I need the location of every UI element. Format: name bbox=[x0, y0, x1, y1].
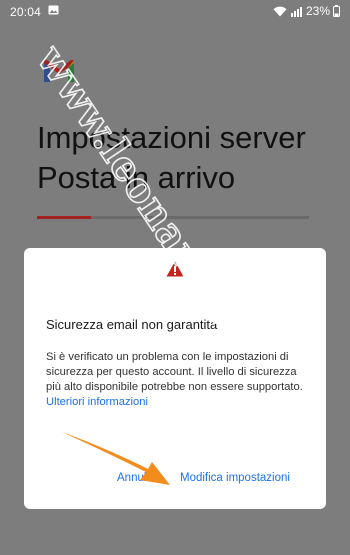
arrow-annotation bbox=[62, 432, 170, 485]
